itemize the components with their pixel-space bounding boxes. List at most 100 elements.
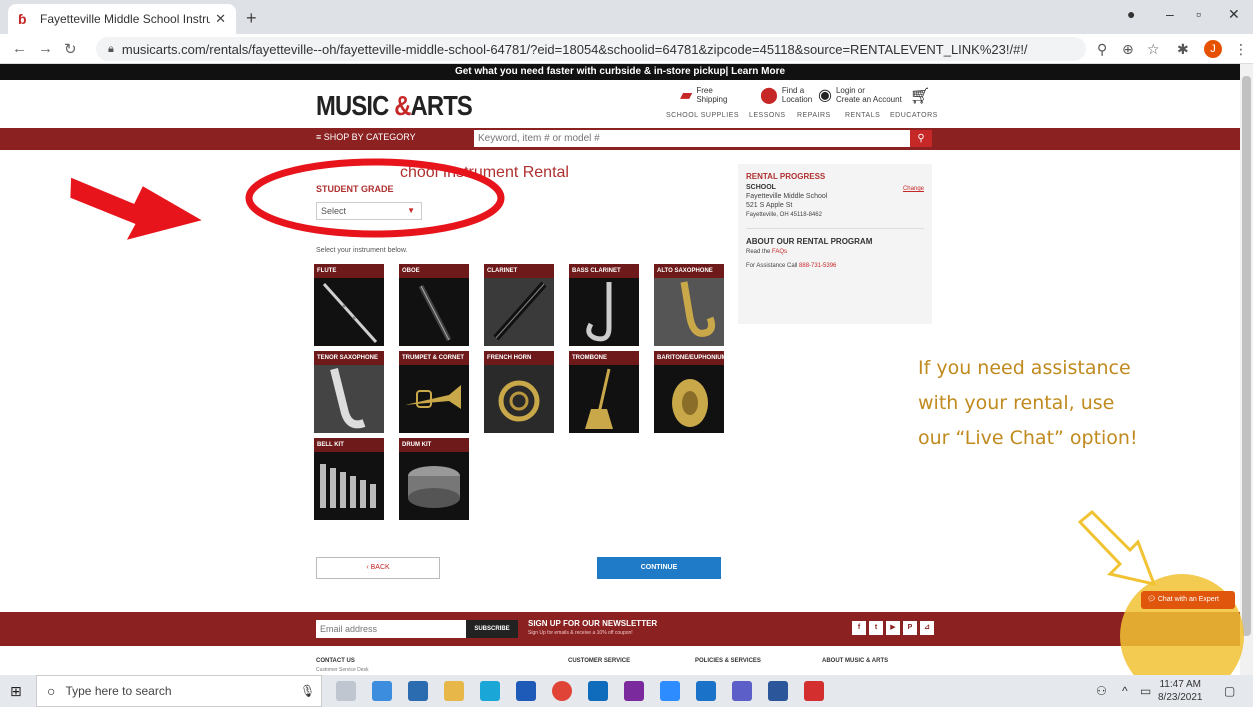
network-icon[interactable]: ▭	[1140, 684, 1151, 698]
profile-avatar[interactable]: J	[1204, 40, 1222, 58]
microphone-icon[interactable]: 🎙︎	[300, 684, 315, 698]
nav-educators[interactable]: EDUCATORS	[890, 112, 938, 119]
nav-rentals[interactable]: RENTALS	[845, 112, 880, 119]
chat-with-expert-button[interactable]: 💬︎ Chat with an Expert	[1141, 591, 1235, 609]
instrument-tile-oboe[interactable]: OBOE	[399, 264, 469, 346]
rss-icon[interactable]: ⊿	[920, 621, 934, 635]
maximize-icon[interactable]: ▫	[1196, 6, 1201, 22]
newsletter-bar	[0, 612, 1240, 646]
menu-dots-icon[interactable]: ⋮	[1234, 41, 1248, 58]
student-grade-select[interactable]: Select ▼	[316, 202, 422, 220]
newsletter-email-input[interactable]	[316, 620, 466, 638]
reload-icon[interactable]: ↻	[64, 40, 77, 58]
pinterest-icon[interactable]: P	[903, 621, 917, 635]
word-icon[interactable]	[768, 681, 788, 701]
footer-contact-us[interactable]: CONTACT US	[316, 658, 355, 664]
site-logo[interactable]: MUSIC &ARTS	[316, 90, 473, 122]
faqs-link[interactable]: FAQs	[772, 249, 787, 255]
instrument-tile-trumpet[interactable]: TRUMPET & CORNET	[399, 351, 469, 433]
onenote-icon[interactable]	[624, 681, 644, 701]
instrument-tile-french-horn[interactable]: FRENCH HORN	[484, 351, 554, 433]
tray-chevron-icon[interactable]: ^	[1122, 684, 1128, 698]
windows-start-icon[interactable]: ⊞	[10, 683, 26, 699]
url-field[interactable]: 🔒︎ musicarts.com/rentals/fayetteville--o…	[96, 37, 1086, 61]
login-link[interactable]: ◉ Login or Create an Account	[818, 86, 902, 104]
assistance-phone-link[interactable]: 888-731-5396	[799, 263, 836, 269]
shop-by-category-menu[interactable]: ≡ SHOP BY CATEGORY	[316, 132, 416, 142]
change-school-link[interactable]: Change	[903, 186, 924, 192]
store-icon[interactable]	[408, 681, 428, 701]
minimize-icon[interactable]: –	[1166, 6, 1174, 22]
clarinet-icon	[493, 281, 547, 341]
zoom-app-icon[interactable]	[660, 681, 680, 701]
chrome-icon[interactable]	[552, 681, 572, 701]
instrument-tile-bell-kit[interactable]: BELL KIT	[314, 438, 384, 520]
address-bar: ← → ↻ 🔒︎ musicarts.com/rentals/fayettevi…	[0, 34, 1253, 64]
facebook-icon[interactable]: f	[852, 621, 866, 635]
url-text: musicarts.com/rentals/fayetteville--oh/f…	[121, 41, 1028, 57]
bell-kit-icon	[320, 464, 376, 508]
internet-explorer-icon[interactable]	[516, 681, 536, 701]
find-location-link[interactable]: ⬤ Find a Location	[760, 86, 812, 104]
location-pin-icon[interactable]: ⚲	[1097, 41, 1107, 58]
instrument-tile-alto-saxophone[interactable]: ALTO SAXOPHONE	[654, 264, 724, 346]
calculator-icon[interactable]	[696, 681, 716, 701]
tab-title: Fayetteville Middle School Instrum	[40, 12, 210, 26]
new-tab-icon[interactable]: +	[246, 8, 257, 29]
nav-lessons[interactable]: LESSONS	[749, 112, 786, 119]
page-scrollbar[interactable]	[1240, 64, 1253, 675]
outlook-icon[interactable]	[588, 681, 608, 701]
user-icon: ◉	[818, 86, 832, 104]
paint-icon[interactable]	[372, 681, 392, 701]
extensions-icon[interactable]: ✱	[1177, 41, 1189, 58]
close-window-icon[interactable]: ✕	[1228, 6, 1240, 23]
close-tab-icon[interactable]: ✕	[215, 11, 226, 27]
footer-policies[interactable]: POLICIES & SERVICES	[695, 658, 761, 664]
task-view-icon[interactable]	[336, 681, 356, 701]
instrument-tile-trombone[interactable]: TROMBONE	[569, 351, 639, 433]
dropdown-caret-icon: ▼	[407, 206, 415, 215]
continue-button[interactable]: CONTINUE	[597, 557, 721, 579]
lock-icon: 🔒︎	[108, 42, 114, 55]
instrument-tile-drum-kit[interactable]: DRUM KIT	[399, 438, 469, 520]
browser-tab-bar: ɓ Fayetteville Middle School Instrum ✕ +…	[0, 0, 1253, 34]
footer-about[interactable]: ABOUT MUSIC & ARTS	[822, 658, 888, 664]
site-search-input[interactable]	[474, 130, 910, 147]
bookmark-star-icon[interactable]: ☆	[1147, 41, 1160, 58]
notifications-icon[interactable]: ▢	[1224, 684, 1235, 698]
back-button[interactable]: ‹ BACK	[316, 557, 440, 579]
instrument-tile-flute[interactable]: FLUTE	[314, 264, 384, 346]
media-indicator-icon[interactable]: ●	[1127, 6, 1135, 22]
free-shipping-link[interactable]: ▰ Free Shipping	[680, 86, 727, 104]
people-icon[interactable]: ⚇	[1096, 684, 1107, 698]
newsletter-title: SIGN UP FOR OUR NEWSLETTER	[528, 619, 658, 628]
file-explorer-icon[interactable]	[444, 681, 464, 701]
zoom-icon[interactable]: ⊕	[1122, 41, 1134, 58]
subscribe-button[interactable]: SUBSCRIBE	[466, 620, 518, 638]
twitter-icon[interactable]: t	[869, 621, 883, 635]
footer-customer-service[interactable]: CUSTOMER SERVICE	[568, 658, 630, 664]
back-arrow-icon[interactable]: ←	[12, 40, 27, 57]
teams-icon[interactable]	[732, 681, 752, 701]
instrument-tile-baritone[interactable]: BARITONE/EUPHONIUM	[654, 351, 724, 433]
cart-icon[interactable]: 🛒︎	[910, 86, 930, 106]
forward-arrow-icon[interactable]: →	[38, 40, 53, 57]
school-address-line1: 521 S Apple St	[746, 202, 793, 209]
tenor-saxophone-icon	[330, 368, 366, 429]
acrobat-icon[interactable]	[804, 681, 824, 701]
browser-tab[interactable]: ɓ Fayetteville Middle School Instrum ✕	[8, 4, 236, 34]
youtube-icon[interactable]: ▶	[886, 621, 900, 635]
footer-contact-sub[interactable]: Customer Service Desk	[316, 667, 369, 673]
taskbar-search-box[interactable]: ○ Type here to search	[36, 675, 322, 707]
promo-banner[interactable]: Get what you need faster with curbside &…	[0, 64, 1240, 80]
app-icon[interactable]	[480, 681, 500, 701]
search-icon[interactable]: ⚲	[910, 130, 932, 147]
instrument-tile-bass-clarinet[interactable]: BASS CLARINET	[569, 264, 639, 346]
nav-school-supplies[interactable]: SCHOOL SUPPLIES	[666, 112, 739, 119]
nav-repairs[interactable]: REPAIRS	[797, 112, 831, 119]
system-clock[interactable]: 11:47 AM 8/23/2021	[1158, 678, 1203, 704]
instrument-tile-clarinet[interactable]: CLARINET	[484, 264, 554, 346]
page-viewport: Get what you need faster with curbside &…	[0, 64, 1240, 675]
assistance-line: For Assistance Call 888-731-5396	[746, 263, 837, 269]
instrument-tile-tenor-saxophone[interactable]: TENOR SAXOPHONE	[314, 351, 384, 433]
